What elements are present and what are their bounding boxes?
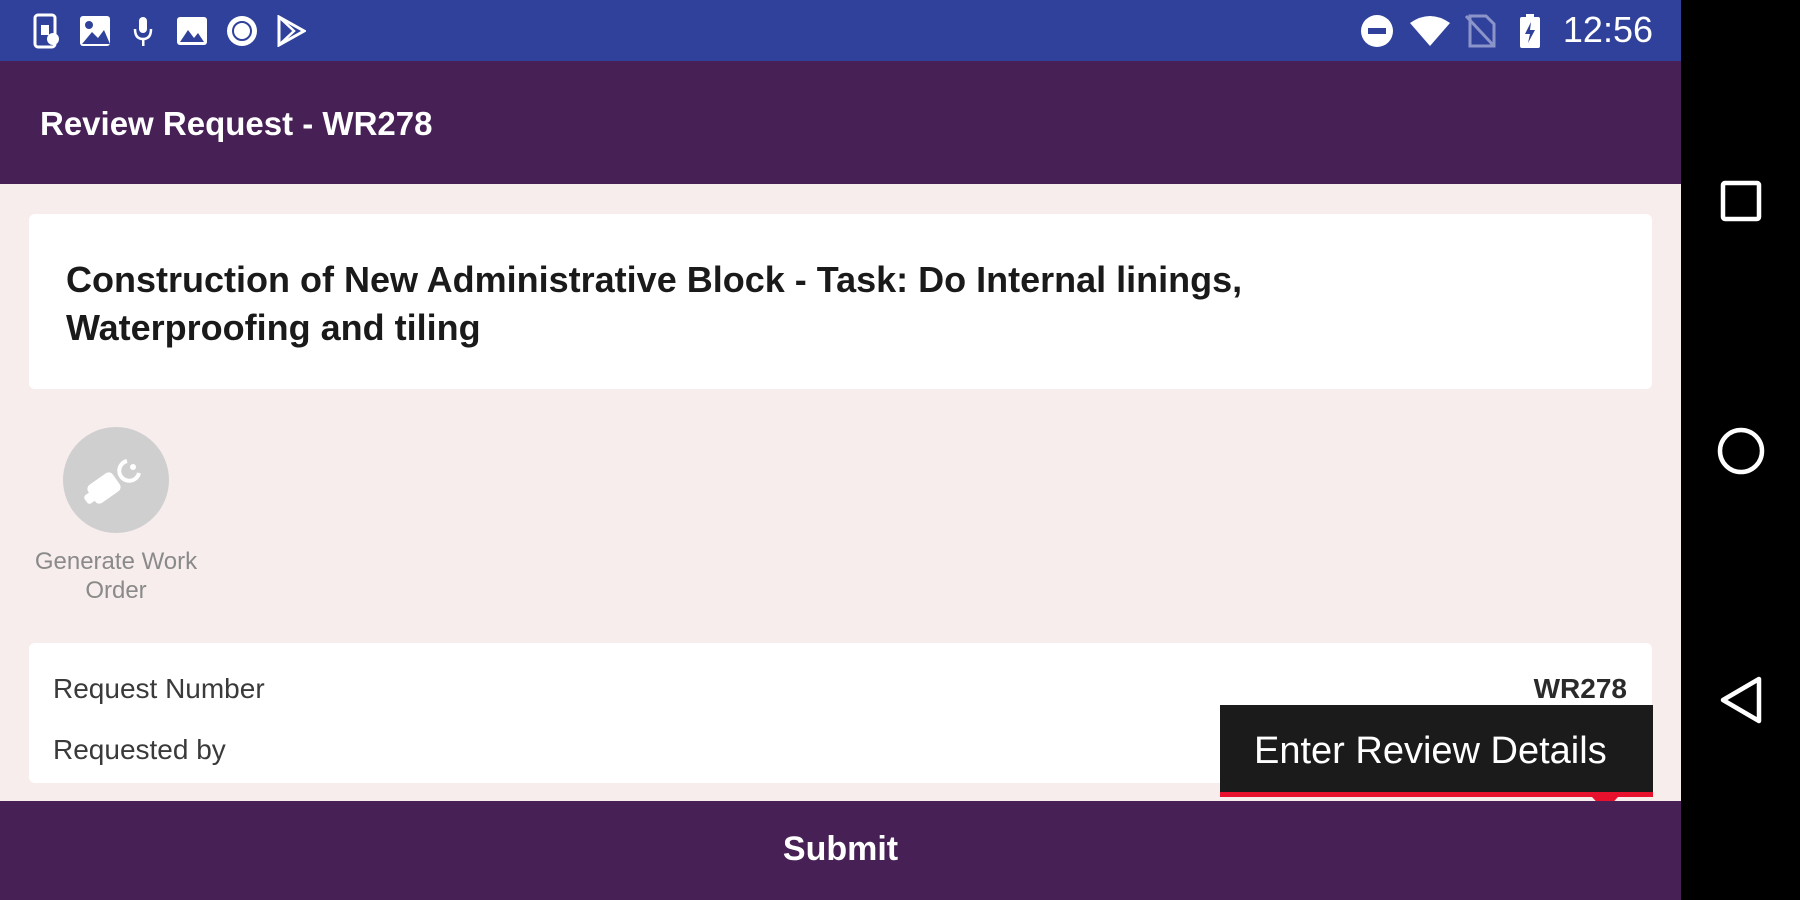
back-button[interactable] (1681, 645, 1800, 755)
status-clock: 12:56 (1562, 9, 1653, 50)
phone-data-icon (28, 13, 64, 49)
detail-label: Requested by (53, 734, 226, 765)
wifi-icon (1408, 13, 1452, 49)
generate-work-order-circle[interactable] (63, 427, 169, 533)
back-triangle-icon (1720, 676, 1761, 724)
app-bar: Review Request - WR278 (0, 61, 1681, 184)
page-title: Review Request - WR278 (40, 105, 433, 142)
review-tooltip[interactable]: Enter Review Details (1220, 705, 1653, 797)
circle-app-icon (224, 13, 260, 49)
do-not-disturb-icon (1358, 13, 1396, 49)
photo-icon (174, 13, 210, 49)
app-screen: 12:56 Review Request - WR278 Constructio… (0, 0, 1681, 900)
status-bar: 12:56 (0, 0, 1681, 61)
recents-square-icon (1720, 180, 1761, 222)
image-grid-icon (76, 13, 114, 49)
play-store-icon (274, 13, 308, 49)
submit-button[interactable]: Submit (0, 801, 1681, 900)
hammer-wrench-icon (84, 459, 141, 504)
generate-work-order-label: Generate Work Order (34, 548, 198, 604)
battery-charging-icon (1516, 13, 1544, 49)
request-title: Construction of New Administrative Block… (66, 259, 1243, 348)
home-circle-icon (1717, 427, 1764, 475)
no-sim-icon (1462, 13, 1498, 49)
tooltip-text: Enter Review Details (1254, 730, 1607, 772)
detail-value: WR278 (1533, 673, 1627, 704)
microphone-icon (130, 13, 156, 49)
home-button[interactable] (1681, 396, 1800, 506)
tooltip-accent-line (1220, 792, 1653, 797)
recents-button[interactable] (1681, 146, 1800, 256)
generate-work-order-button[interactable]: Generate Work Order (26, 425, 206, 605)
detail-label: Request Number (53, 673, 265, 704)
submit-label: Submit (782, 830, 899, 868)
system-nav-bar (1681, 0, 1800, 900)
request-title-card: Construction of New Administrative Block… (29, 214, 1652, 389)
